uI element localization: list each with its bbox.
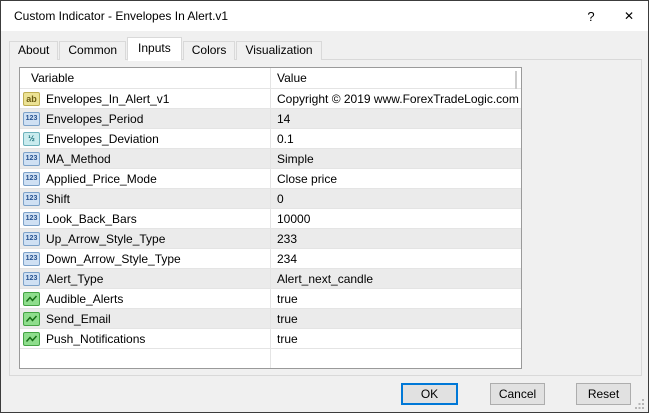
variable-name: Audible_Alerts [46, 292, 123, 306]
variable-name: Send_Email [46, 312, 111, 326]
custom-indicator-dialog: Custom Indicator - Envelopes In Alert.v1… [0, 0, 649, 413]
column-divider [270, 68, 271, 368]
variable-value[interactable]: true [270, 312, 521, 326]
variable-cell: 123 MA_Method [20, 152, 270, 166]
resize-grip[interactable] [635, 399, 645, 409]
variable-name: Down_Arrow_Style_Type [46, 252, 181, 266]
boolean-type-icon [23, 292, 40, 306]
variable-cell: 123 Up_Arrow_Style_Type [20, 232, 270, 246]
integer-type-icon: 123 [23, 172, 40, 186]
tab-common[interactable]: Common [59, 41, 126, 60]
close-button[interactable]: ✕ [610, 1, 648, 31]
variable-cell: 123 Alert_Type [20, 272, 270, 286]
integer-type-icon: 123 [23, 212, 40, 226]
variable-cell: ab Envelopes_In_Alert_v1 [20, 92, 270, 106]
integer-type-icon: 123 [23, 252, 40, 266]
column-header-value: Value [270, 71, 521, 85]
variable-value[interactable]: 10000 [270, 212, 521, 226]
variable-value[interactable]: 0.1 [270, 132, 521, 146]
tab-visualization[interactable]: Visualization [236, 41, 321, 60]
variable-value[interactable]: 233 [270, 232, 521, 246]
column-header-variable: Variable [20, 71, 270, 85]
variable-name: Look_Back_Bars [46, 212, 137, 226]
variable-cell: 123 Applied_Price_Mode [20, 172, 270, 186]
variable-name: Envelopes_Period [46, 112, 143, 126]
parameters-table: Variable Value ab Envelopes_In_Alert_v1 Co… [19, 67, 522, 369]
double-type-icon: ½ [23, 132, 40, 146]
variable-value[interactable]: 234 [270, 252, 521, 266]
tab-about[interactable]: About [9, 41, 58, 60]
variable-cell: Audible_Alerts [20, 292, 270, 306]
variable-name: Push_Notifications [46, 332, 145, 346]
ok-button[interactable]: OK [401, 383, 458, 405]
boolean-type-icon [23, 312, 40, 326]
titlebar-buttons: ? ✕ [572, 1, 648, 31]
cancel-button[interactable]: Cancel [490, 383, 545, 405]
variable-name: Up_Arrow_Style_Type [46, 232, 165, 246]
integer-type-icon: 123 [23, 272, 40, 286]
integer-type-icon: 123 [23, 112, 40, 126]
window-title: Custom Indicator - Envelopes In Alert.v1 [1, 9, 228, 23]
variable-cell: ½ Envelopes_Deviation [20, 132, 270, 146]
variable-value[interactable]: true [270, 332, 521, 346]
variable-name: Shift [46, 192, 70, 206]
variable-value[interactable]: 14 [270, 112, 521, 126]
variable-value[interactable]: true [270, 292, 521, 306]
boolean-type-icon [23, 332, 40, 346]
string-type-icon: ab [23, 92, 40, 106]
variable-value[interactable]: Copyright © 2019 www.ForexTradeLogic.com [270, 92, 521, 106]
variable-cell: Send_Email [20, 312, 270, 326]
help-button[interactable]: ? [572, 1, 610, 31]
title-bar[interactable]: Custom Indicator - Envelopes In Alert.v1… [1, 1, 648, 31]
tab-strip: AboutCommonInputsColorsVisualization [9, 36, 323, 60]
variable-value[interactable]: Simple [270, 152, 521, 166]
integer-type-icon: 123 [23, 192, 40, 206]
variable-name: Alert_Type [46, 272, 103, 286]
variable-name: MA_Method [46, 152, 111, 166]
integer-type-icon: 123 [23, 232, 40, 246]
scrollbar[interactable] [515, 71, 517, 89]
variable-cell: Push_Notifications [20, 332, 270, 346]
variable-name: Applied_Price_Mode [46, 172, 157, 186]
variable-value[interactable]: 0 [270, 192, 521, 206]
variable-name: Envelopes_Deviation [46, 132, 159, 146]
tab-colors[interactable]: Colors [183, 41, 236, 60]
reset-button[interactable]: Reset [576, 383, 631, 405]
variable-value[interactable]: Alert_next_candle [270, 272, 521, 286]
variable-cell: 123 Look_Back_Bars [20, 212, 270, 226]
tab-inputs[interactable]: Inputs [127, 37, 182, 61]
variable-cell: 123 Shift [20, 192, 270, 206]
integer-type-icon: 123 [23, 152, 40, 166]
variable-name: Envelopes_In_Alert_v1 [46, 92, 169, 106]
variable-cell: 123 Down_Arrow_Style_Type [20, 252, 270, 266]
variable-cell: 123 Envelopes_Period [20, 112, 270, 126]
variable-value[interactable]: Close price [270, 172, 521, 186]
